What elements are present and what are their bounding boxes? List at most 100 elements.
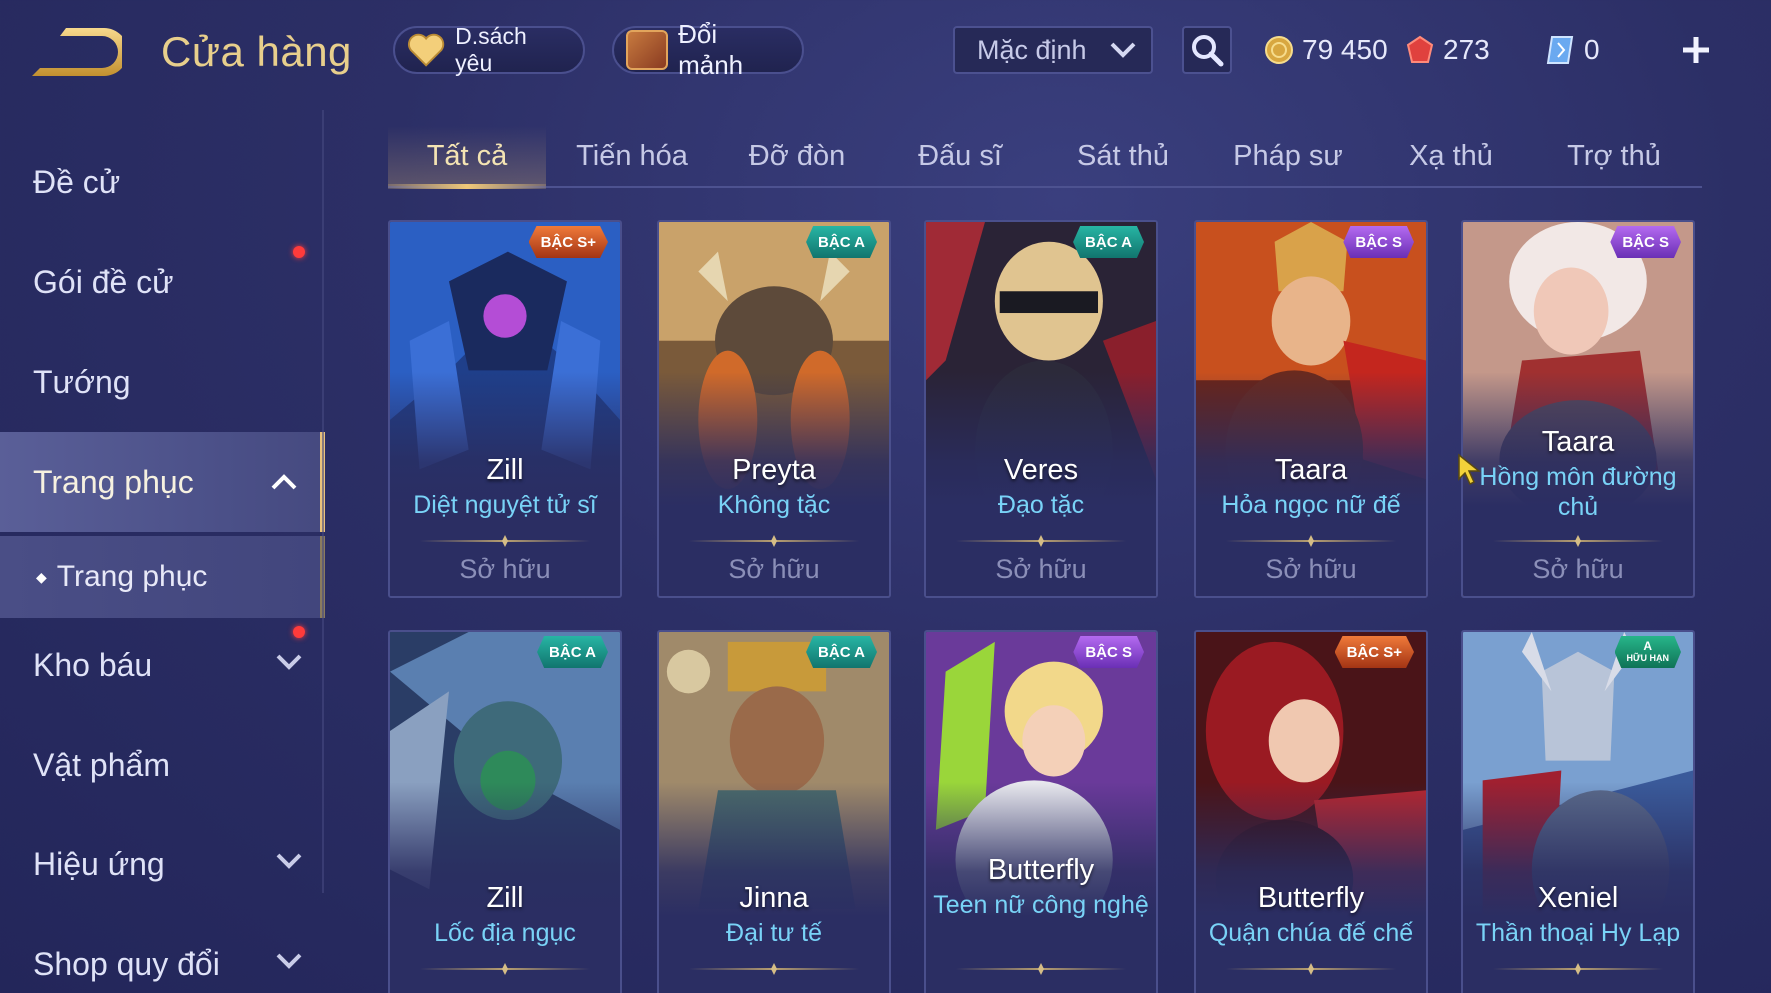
ruby-icon bbox=[1406, 35, 1434, 63]
tier-badge: BẬC S+ bbox=[1334, 636, 1414, 668]
back-arrow-icon[interactable] bbox=[30, 28, 128, 84]
category-tabs: Tất cả Tiến hóa Đỡ đòn Đấu sĩ Sát thủ Ph… bbox=[388, 126, 1702, 189]
skin-card[interactable]: BẬC S+ Butterfly Quận chúa đế chế bbox=[1194, 630, 1428, 993]
separator bbox=[689, 540, 859, 542]
sidebar-item-items[interactable]: Vật phẩm bbox=[0, 720, 325, 810]
search-icon bbox=[1192, 35, 1224, 67]
sidebar-item-label: Hiệu ứng bbox=[33, 845, 165, 882]
hero-name: Zill bbox=[486, 454, 524, 486]
skin-name: Hỏa ngọc nữ đế bbox=[1221, 491, 1401, 519]
tab-mage[interactable]: Pháp sư bbox=[1209, 126, 1367, 186]
skin-card[interactable]: BẬC S+ Zill Diệt nguyệt tử sĩ Sở hữu bbox=[388, 220, 622, 598]
top-bar: Cửa hàng D.sách yêu Đổi mảnh Mặc định 79… bbox=[0, 0, 1771, 100]
hero-name: Jinna bbox=[739, 882, 809, 914]
hero-name: Veres bbox=[1003, 454, 1079, 486]
tab-fighter[interactable]: Đấu sĩ bbox=[881, 126, 1039, 186]
hero-name: Butterfly bbox=[987, 854, 1095, 886]
separator bbox=[1493, 540, 1663, 542]
favorites-button[interactable]: D.sách yêu bbox=[393, 23, 585, 76]
skin-card[interactable]: A HỮU HẠN Xeniel Thần thoại Hy Lạp bbox=[1461, 630, 1695, 993]
separator bbox=[956, 540, 1126, 542]
sidebar-item-treasure[interactable]: Kho báu bbox=[0, 620, 325, 710]
skin-name: Không tặc bbox=[717, 491, 831, 519]
sidebar-divider bbox=[322, 110, 324, 893]
tier-badge: BẬC A bbox=[1073, 226, 1144, 258]
add-currency-button[interactable] bbox=[1678, 26, 1714, 74]
sidebar-item-heroes[interactable]: Tướng bbox=[0, 337, 325, 427]
ownership-status: Sở hữu bbox=[728, 554, 820, 584]
skin-card[interactable]: BẬC S Taara Hỏa ngọc nữ đế Sở hữu bbox=[1194, 220, 1428, 598]
search-button[interactable] bbox=[1182, 26, 1232, 74]
skin-name: Hồng môn đường chủ bbox=[1479, 463, 1677, 521]
sidebar-item-label: Trang phục bbox=[56, 560, 208, 593]
skin-name: Lốc địa ngục bbox=[434, 919, 576, 947]
chevron-down-icon bbox=[1110, 42, 1136, 58]
ownership-status: Sở hữu bbox=[995, 554, 1087, 584]
page-title: Cửa hàng bbox=[161, 28, 352, 75]
tier-badge-grade: A bbox=[1643, 639, 1653, 653]
mouse-cursor-icon bbox=[1458, 453, 1482, 486]
skin-card[interactable]: BẬC A Zill Lốc địa ngục bbox=[388, 630, 622, 993]
sidebar-item-costumes[interactable]: Trang phục bbox=[0, 432, 325, 532]
sidebar-item-label: Trang phục bbox=[33, 463, 194, 500]
skin-name: Teen nữ công nghệ bbox=[933, 891, 1149, 919]
separator bbox=[1493, 968, 1663, 970]
sidebar-item-effects[interactable]: Hiệu ứng bbox=[0, 819, 325, 909]
sidebar-subitem-costumes[interactable]: ◆ Trang phục bbox=[0, 536, 325, 618]
skin-card[interactable]: BẬC S Taara Hồng môn đường chủ Sở hữu bbox=[1461, 220, 1695, 598]
tier-badge: BẬC S bbox=[1073, 636, 1144, 668]
sidebar-item-label: Tướng bbox=[33, 363, 131, 400]
chevron-up-icon bbox=[271, 474, 297, 490]
skin-name: Diệt nguyệt tử sĩ bbox=[413, 491, 597, 519]
sort-selected: Mặc định bbox=[977, 34, 1087, 65]
chevron-down-icon bbox=[276, 654, 302, 670]
sort-dropdown[interactable]: Mặc định bbox=[953, 26, 1153, 74]
tier-badge: BẬC S bbox=[1343, 226, 1414, 258]
plus-icon bbox=[1683, 37, 1709, 63]
ruby-currency: 273 bbox=[1405, 26, 1490, 74]
tab-marksman[interactable]: Xạ thủ bbox=[1372, 126, 1530, 186]
hero-name: Preyta bbox=[732, 454, 816, 486]
sidebar-item-label: Vật phẩm bbox=[33, 746, 170, 783]
voucher-currency: 0 bbox=[1546, 26, 1600, 74]
chevron-down-icon bbox=[276, 953, 302, 969]
skin-card[interactable]: BẬC S Butterfly Teen nữ công nghệ bbox=[924, 630, 1158, 993]
sidebar-item-exchange-shop[interactable]: Shop quy đổi bbox=[0, 919, 325, 993]
ownership-status: Sở hữu bbox=[459, 554, 551, 584]
tab-tank[interactable]: Đỡ đòn bbox=[718, 126, 876, 186]
sidebar-item-label: Gói đề cử bbox=[33, 263, 174, 300]
separator bbox=[1226, 968, 1396, 970]
gold-currency: 79 450 bbox=[1264, 26, 1388, 74]
hero-name: Butterfly bbox=[1257, 882, 1365, 914]
hero-name: Taara bbox=[1274, 454, 1348, 486]
sidebar-item-recommended[interactable]: Đề cử bbox=[0, 137, 325, 227]
voucher-icon bbox=[1546, 36, 1574, 64]
exchange-label: Đổi mảnh bbox=[678, 19, 744, 80]
skin-card[interactable]: BẬC A Preyta Không tặc Sở hữu bbox=[657, 220, 891, 598]
skin-card[interactable]: BẬC A Jinna Đại tư tế bbox=[657, 630, 891, 993]
tab-assassin[interactable]: Sát thủ bbox=[1044, 126, 1202, 186]
separator bbox=[1226, 540, 1396, 542]
sidebar-item-recommended-packs[interactable]: Gói đề cử bbox=[0, 237, 325, 327]
separator bbox=[420, 968, 590, 970]
hero-name: Taara bbox=[1541, 426, 1615, 458]
tab-evolution[interactable]: Tiến hóa bbox=[553, 126, 711, 186]
skin-name: Đại tư tế bbox=[726, 919, 822, 947]
chest-icon bbox=[626, 30, 669, 70]
separator bbox=[689, 968, 859, 970]
hero-name: Zill bbox=[486, 882, 524, 914]
tab-support[interactable]: Trợ thủ bbox=[1535, 126, 1693, 186]
notification-dot bbox=[293, 626, 305, 638]
skin-name: Quận chúa đế chế bbox=[1208, 919, 1414, 947]
ownership-status: Sở hữu bbox=[1265, 554, 1357, 584]
separator bbox=[956, 968, 1126, 970]
skin-card[interactable]: BẬC A Veres Đạo tặc Sở hữu bbox=[924, 220, 1158, 598]
exchange-button[interactable]: Đổi mảnh bbox=[612, 19, 804, 80]
skin-grid: BẬC S+ Zill Diệt nguyệt tử sĩ Sở hữu BẬC… bbox=[388, 220, 1702, 993]
gold-amount: 79 450 bbox=[1302, 34, 1388, 65]
tab-all[interactable]: Tất cả bbox=[388, 126, 546, 189]
tier-badge: BẬC A bbox=[537, 636, 608, 668]
tier-badge: BẬC S+ bbox=[528, 226, 608, 258]
separator bbox=[420, 540, 590, 542]
tier-badge-limited: HỮU HẠN bbox=[1626, 653, 1669, 663]
